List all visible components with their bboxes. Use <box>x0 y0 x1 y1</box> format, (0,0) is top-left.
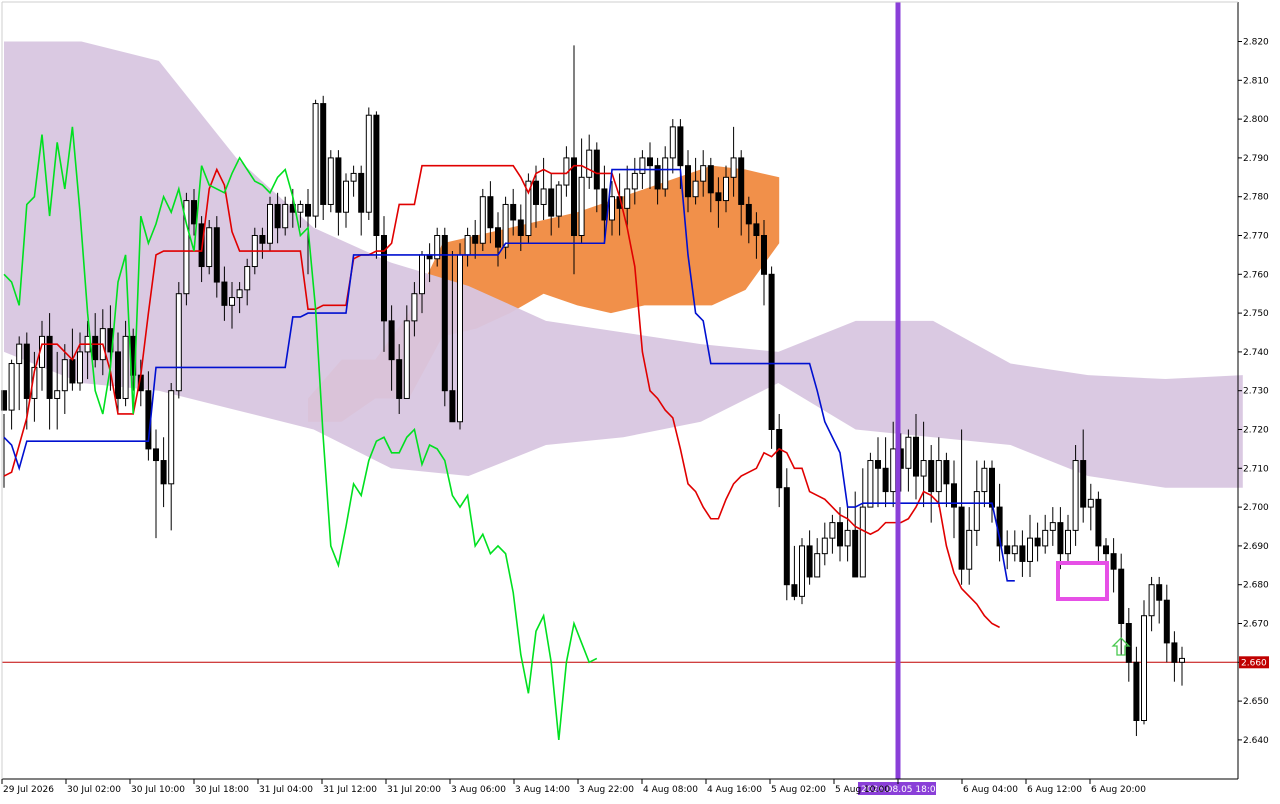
y-tick-label: 2.760 <box>1243 270 1269 280</box>
y-tick-label: 2.720 <box>1243 426 1269 436</box>
x-tick-label: 30 Jul 10:00 <box>131 785 185 795</box>
candle <box>768 266 775 449</box>
y-tick-label: 2.770 <box>1243 232 1269 242</box>
candle <box>525 173 532 244</box>
y-tick-label: 2.800 <box>1243 115 1269 125</box>
x-tick-label: 4 Aug 08:00 <box>643 785 698 795</box>
candle <box>457 243 463 430</box>
y-tick-label: 2.690 <box>1243 542 1269 552</box>
candle <box>365 107 372 220</box>
y-tick-label: 2.750 <box>1243 309 1269 319</box>
x-tick-label: 6 Aug 20:00 <box>1091 785 1146 795</box>
current-price-text: 2.660 <box>1241 658 1267 668</box>
y-tick-label: 2.780 <box>1243 193 1269 203</box>
price-chart[interactable]: 2026.08.05 18:00 2.8202.8102.8002.7902.7… <box>0 0 1280 800</box>
candle <box>867 452 874 508</box>
y-tick-label: 2.810 <box>1243 76 1269 86</box>
y-tick-label: 2.730 <box>1243 387 1269 397</box>
candle <box>206 219 213 275</box>
chart-area[interactable]: 2026.08.05 18:00 2.820 2.810 2.800 2.790 2.7… <box>0 0 1280 800</box>
candle <box>312 99 319 228</box>
x-tick-label: 29 Jul 2026 <box>3 785 54 795</box>
x-tick-label: 6 Aug 12:00 <box>1027 785 1082 795</box>
y-tick-label: 2.640 <box>1243 736 1269 746</box>
candle <box>267 196 273 252</box>
candle <box>1072 445 1079 546</box>
candle <box>799 538 805 605</box>
candle <box>479 188 486 252</box>
candle <box>320 95 327 220</box>
x-tick-label: 30 Jul 02:00 <box>67 785 121 795</box>
y-tick-label: 2.650 <box>1243 697 1269 707</box>
y-tick-label: 2.670 <box>1243 620 1269 630</box>
x-tick-label: 6 Aug 04:00 <box>963 785 1018 795</box>
x-tick-label: 4 Aug 16:00 <box>707 785 762 795</box>
x-tick-label: 31 Jul 12:00 <box>323 785 377 795</box>
candle <box>327 150 334 213</box>
y-tick-label: 2.740 <box>1243 348 1269 358</box>
y-tick-label: 2.680 <box>1243 581 1269 591</box>
candle <box>783 468 790 601</box>
y-tick-label: 2.700 <box>1243 503 1269 513</box>
x-tick-label: 31 Jul 04:00 <box>259 785 313 795</box>
x-tick-label: 30 Jul 18:00 <box>195 785 249 795</box>
y-tick-label: 2.820 <box>1243 38 1269 48</box>
x-tick-label: 31 Jul 20:00 <box>387 785 441 795</box>
candle <box>175 282 182 399</box>
current-price-label: 2.660 <box>1239 656 1269 669</box>
candle <box>183 192 190 306</box>
x-tick-label: 3 Aug 22:00 <box>579 785 634 795</box>
x-tick-label: 5 Aug 02:00 <box>771 785 826 795</box>
x-tick-label: 3 Aug 06:00 <box>451 785 506 795</box>
x-tick-label: 5 Aug 10:00 <box>835 785 890 795</box>
candle <box>1141 600 1147 725</box>
y-tick-label: 2.790 <box>1243 154 1269 164</box>
y-tick-label: 2.710 <box>1243 464 1269 474</box>
x-tick-label: 3 Aug 14:00 <box>515 785 570 795</box>
